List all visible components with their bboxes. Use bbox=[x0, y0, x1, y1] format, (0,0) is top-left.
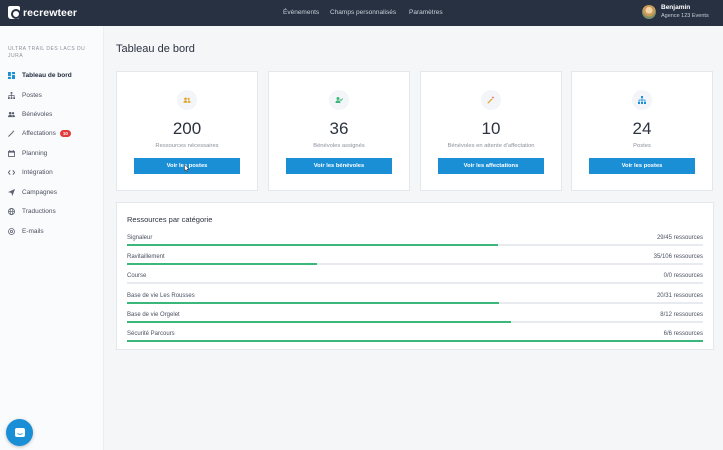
category-name: Sécurité Parcours bbox=[127, 331, 175, 337]
category-count: 20/31 ressources bbox=[656, 292, 703, 299]
category-row: Base de vie Les Rousses 20/31 ressources bbox=[127, 293, 703, 305]
send-icon bbox=[8, 188, 15, 196]
sidebar-item-label: Planning bbox=[22, 149, 48, 157]
category-progress-track bbox=[127, 301, 703, 304]
category-row: Signaleur 29/45 ressources bbox=[127, 235, 703, 247]
view-positions-button-2[interactable]: Voir les postes bbox=[589, 158, 695, 174]
sidebar-item-benevoles[interactable]: Bénévoles bbox=[8, 108, 52, 120]
stat-label: Ressources nécessaires bbox=[155, 143, 219, 149]
category-row: Course 0/0 ressources bbox=[127, 273, 703, 285]
category-progress-track bbox=[127, 340, 703, 342]
sidebar-item-emails[interactable]: E-mails bbox=[8, 225, 44, 237]
avatar bbox=[642, 5, 656, 19]
wand-icon bbox=[481, 90, 501, 110]
sidebar-item-label: Bénévoles bbox=[22, 110, 53, 118]
at-icon bbox=[8, 227, 15, 235]
category-progress-track bbox=[127, 263, 703, 266]
stat-card-assigned: 36 Bénévoles assignés Voir les bénévoles bbox=[268, 71, 410, 191]
user-menu[interactable]: Benjamin Agence 123 Events bbox=[642, 4, 709, 20]
category-row: Base de vie Orgelet 8/12 ressources bbox=[127, 312, 703, 324]
nav-settings[interactable]: Paramètres bbox=[409, 9, 443, 16]
category-row: Ravitaillement 35/106 ressources bbox=[127, 254, 703, 266]
stat-card-pending: 10 Bénévoles en attente d'affectation Vo… bbox=[420, 71, 562, 191]
sidebar-item-label: Traductions bbox=[22, 207, 56, 215]
stat-value: 24 bbox=[632, 119, 652, 138]
category-progress-fill bbox=[127, 263, 318, 266]
chat-icon bbox=[14, 427, 25, 437]
resources-by-category-panel: Ressources par catégorie Signaleur 29/45 … bbox=[116, 202, 714, 350]
category-progress-track bbox=[127, 320, 703, 323]
sidebar-item-label: Tableau de bord bbox=[22, 71, 72, 79]
category-row: Sécurité Parcours 6/6 ressources bbox=[127, 331, 703, 343]
sidebar-item-label: E-mails bbox=[22, 227, 44, 235]
category-count: 6/6 ressources bbox=[663, 331, 703, 337]
sidebar-item-label: Campagnes bbox=[22, 188, 58, 196]
sidebar-item-campagnes[interactable]: Campagnes bbox=[8, 186, 57, 198]
sidebar-item-affectations[interactable]: Affectations 10 bbox=[8, 127, 71, 139]
affectations-count-badge: 10 bbox=[59, 129, 71, 137]
category-progress-fill bbox=[127, 301, 499, 304]
stat-card-resources: 200 Ressources nécessaires Voir les post… bbox=[116, 71, 258, 191]
org-chart-icon bbox=[632, 90, 652, 110]
page-title: Tableau de bord bbox=[116, 43, 195, 55]
view-volunteers-button[interactable]: Voir les bénévoles bbox=[286, 158, 392, 174]
sidebar-item-label: Intégration bbox=[22, 168, 53, 176]
user-check-icon bbox=[329, 90, 349, 110]
stat-card-positions: 24 Postes Voir les postes bbox=[571, 71, 713, 191]
stat-value: 36 bbox=[329, 119, 349, 138]
panel-title: Ressources par catégorie bbox=[127, 215, 213, 224]
sidebar-item-traductions[interactable]: Traductions bbox=[8, 205, 56, 217]
sidebar: ULTRA TRAIL DES LACS DU JURA Tableau de … bbox=[0, 26, 104, 450]
stat-label: Postes bbox=[633, 143, 651, 149]
category-count: 0/0 ressources bbox=[663, 273, 703, 280]
sidebar-item-planning[interactable]: Planning bbox=[8, 147, 47, 159]
brand-name: recrewteer bbox=[23, 6, 78, 19]
category-progress-fill bbox=[127, 340, 703, 342]
sidebar-item-postes[interactable]: Postes bbox=[8, 89, 42, 101]
globe-icon bbox=[8, 207, 15, 215]
brand-logo[interactable]: recrewteer bbox=[8, 6, 77, 19]
dashboard-icon bbox=[8, 71, 15, 79]
category-count: 35/106 ressources bbox=[653, 254, 703, 261]
users-icon bbox=[8, 111, 15, 118]
user-org: Agence 123 Events bbox=[661, 13, 709, 19]
nav-custom-fields[interactable]: Champs personnalisés bbox=[330, 9, 396, 16]
users-icon bbox=[177, 90, 197, 110]
calendar-icon bbox=[8, 149, 15, 157]
sidebar-item-label: Postes bbox=[22, 91, 42, 99]
sidebar-item-label: Affectations bbox=[22, 129, 56, 137]
code-icon bbox=[8, 169, 15, 176]
category-name: Signaleur bbox=[127, 235, 153, 241]
category-count: 8/12 ressources bbox=[660, 311, 703, 318]
stat-label: Bénévoles assignés bbox=[313, 143, 365, 149]
event-title: ULTRA TRAIL DES LACS DU JURA bbox=[8, 46, 86, 59]
category-progress-fill bbox=[127, 320, 512, 323]
category-progress-track bbox=[127, 244, 703, 246]
sidebar-item-dashboard[interactable]: Tableau de bord bbox=[8, 69, 72, 81]
category-name: Base de vie Les Rousses bbox=[127, 292, 195, 299]
nav-events[interactable]: Évènements bbox=[283, 9, 319, 16]
logo-icon bbox=[8, 6, 21, 19]
stat-value: 10 bbox=[481, 119, 501, 138]
chat-support-button[interactable] bbox=[6, 419, 33, 446]
stat-value: 200 bbox=[172, 119, 202, 138]
wand-icon bbox=[8, 129, 15, 137]
view-assignments-button[interactable]: Voir les affectations bbox=[438, 158, 544, 174]
org-chart-icon bbox=[8, 91, 15, 99]
mouse-cursor-icon bbox=[184, 164, 190, 172]
user-name: Benjamin bbox=[661, 4, 691, 11]
category-name: Ravitaillement bbox=[127, 254, 165, 261]
category-name: Course bbox=[127, 273, 147, 280]
category-count: 29/45 ressources bbox=[656, 235, 703, 241]
stat-label: Bénévoles en attente d'affectation bbox=[447, 143, 535, 149]
category-name: Base de vie Orgelet bbox=[127, 311, 180, 318]
category-progress-track bbox=[127, 282, 703, 285]
category-progress-fill bbox=[127, 244, 498, 246]
sidebar-item-integration[interactable]: Intégration bbox=[8, 166, 53, 178]
top-bar: recrewteer Évènements Champs personnalis… bbox=[0, 0, 723, 26]
